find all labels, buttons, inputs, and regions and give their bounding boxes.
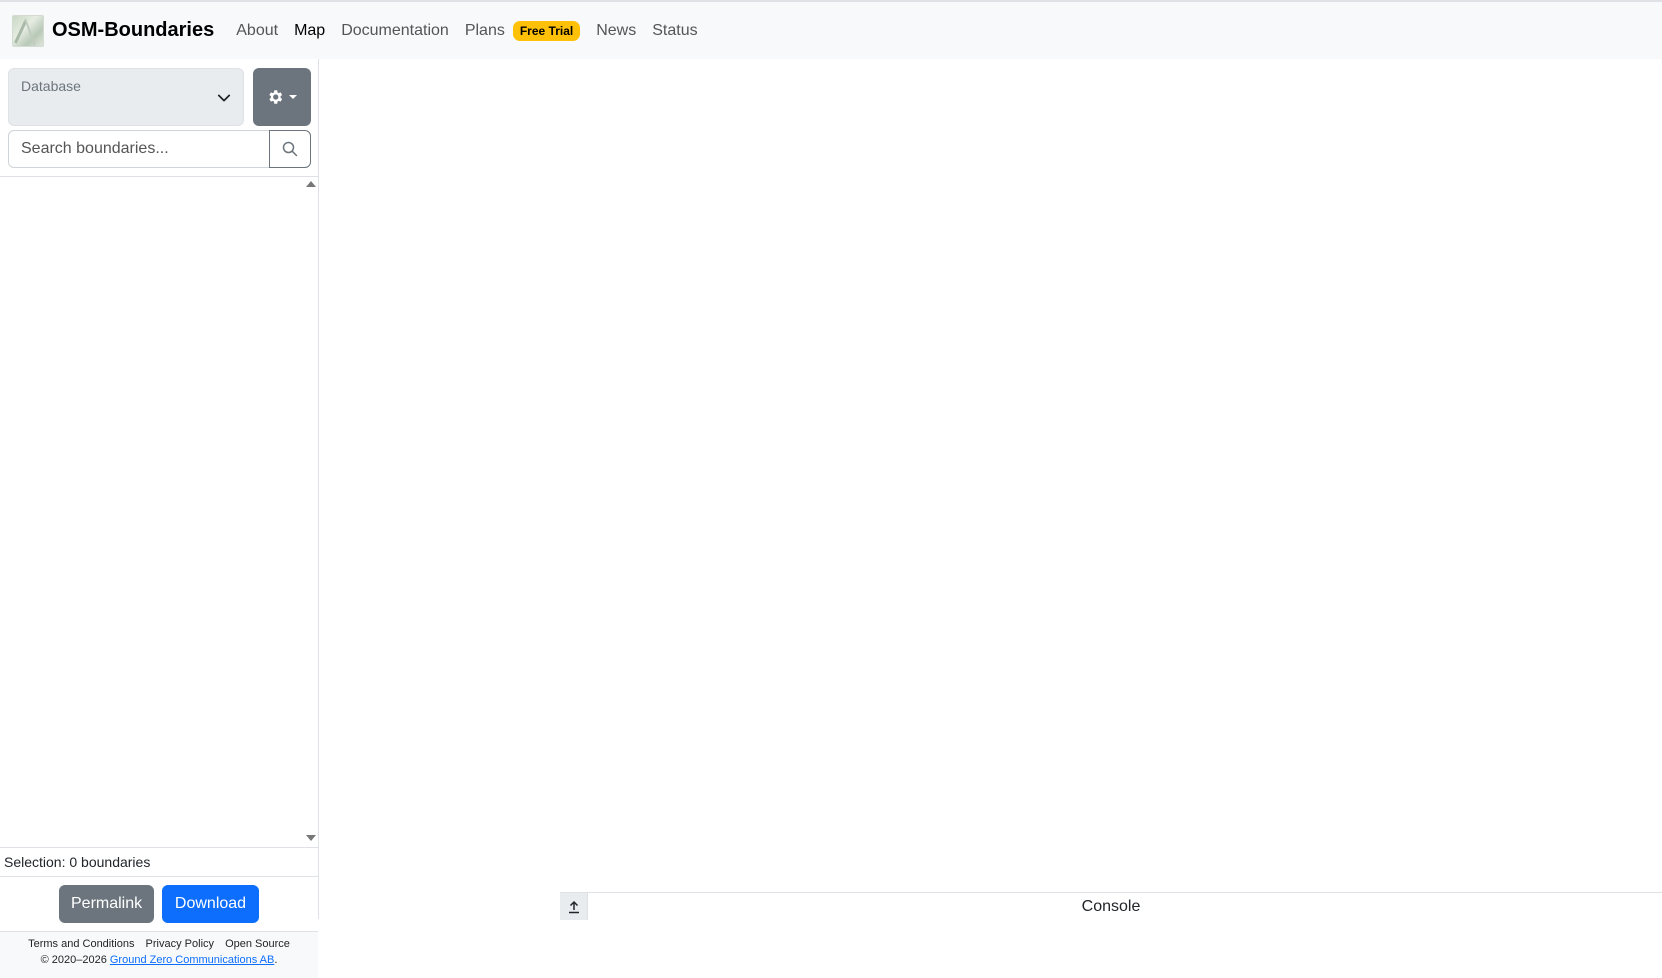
search-input[interactable] bbox=[8, 130, 270, 168]
nav-link-documentation[interactable]: Documentation bbox=[341, 22, 449, 40]
footer: Terms and Conditions Privacy Policy Open… bbox=[0, 931, 318, 978]
brand-title[interactable]: OSM-Boundaries bbox=[52, 19, 214, 42]
privacy-link[interactable]: Privacy Policy bbox=[146, 938, 214, 950]
nav-link-status[interactable]: Status bbox=[652, 22, 697, 40]
nav-link-plans[interactable]: Plans bbox=[465, 22, 505, 40]
permalink-button[interactable]: Permalink bbox=[59, 885, 154, 923]
action-buttons: Permalink Download bbox=[0, 885, 318, 925]
selection-status: Selection: 0 boundaries bbox=[0, 847, 318, 877]
scroll-up-arrow-icon[interactable] bbox=[306, 181, 316, 187]
chevron-down-icon bbox=[217, 94, 231, 102]
search-icon bbox=[282, 141, 298, 157]
open-source-link[interactable]: Open Source bbox=[225, 938, 290, 950]
database-select[interactable]: Database bbox=[8, 68, 244, 126]
footer-links: Terms and Conditions Privacy Policy Open… bbox=[0, 938, 318, 950]
terms-link[interactable]: Terms and Conditions bbox=[28, 938, 134, 950]
boundary-list[interactable] bbox=[0, 176, 318, 847]
free-trial-badge[interactable]: Free Trial bbox=[512, 20, 581, 41]
nav-link-map[interactable]: Map bbox=[294, 22, 325, 40]
database-label: Database bbox=[21, 78, 81, 94]
search-button[interactable] bbox=[269, 130, 311, 168]
gear-icon bbox=[269, 90, 283, 104]
console-label[interactable]: Console bbox=[560, 898, 1662, 916]
nav-link-about[interactable]: About bbox=[236, 22, 278, 40]
settings-dropdown-button[interactable] bbox=[253, 68, 311, 126]
company-link[interactable]: Ground Zero Communications AB bbox=[110, 954, 274, 966]
download-button[interactable]: Download bbox=[162, 885, 259, 923]
sidebar: Database Selection: 0 boundaries Permali… bbox=[0, 59, 319, 978]
logo-icon[interactable] bbox=[12, 14, 44, 47]
navbar: OSM-Boundaries About Map Documentation P… bbox=[0, 2, 1662, 59]
console-bar: Console bbox=[560, 892, 1662, 920]
caret-down-icon bbox=[289, 95, 297, 99]
copyright: © 2020–2026 Ground Zero Communications A… bbox=[40, 954, 278, 966]
scroll-down-arrow-icon[interactable] bbox=[306, 835, 316, 841]
nav-link-news[interactable]: News bbox=[596, 22, 636, 40]
map-area[interactable] bbox=[320, 59, 1662, 919]
